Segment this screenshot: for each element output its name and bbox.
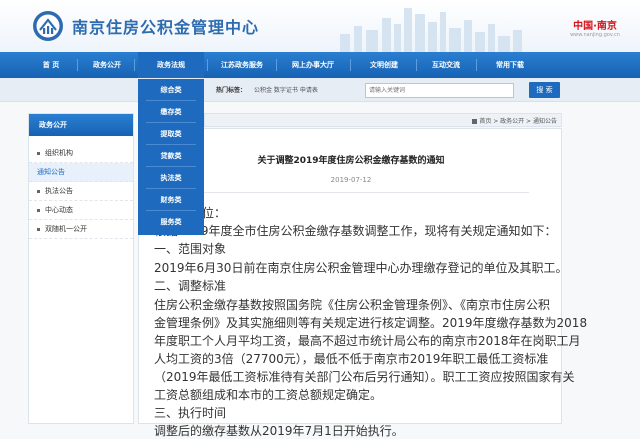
hot-tags[interactable]: 公积金 数字证书 申请表 bbox=[254, 85, 318, 94]
dropdown-item-enforcement[interactable]: 执法类 bbox=[146, 168, 196, 189]
main-nav: 首 页 政务公开 政务法规 江苏政务服务 网上办事大厅 文明创建 互动交流 常用… bbox=[0, 52, 640, 78]
sidebar-item-random-inspection[interactable]: 双随机一公开 bbox=[29, 220, 133, 239]
breadcrumb-bar: 首页 > 政务公开 > 通知公告 bbox=[204, 113, 562, 127]
article-line: 三、执行时间 bbox=[154, 406, 227, 420]
dropdown-item-withdrawal[interactable]: 提取类 bbox=[146, 124, 196, 145]
nav-divider bbox=[207, 59, 208, 71]
sidebar-item-notices[interactable]: 通知公告 bbox=[29, 163, 133, 182]
sidebar-item-label: 执法公告 bbox=[45, 187, 73, 195]
site-title: 南京住房公积金管理中心 bbox=[72, 18, 260, 37]
nav-gov-affairs[interactable]: 政务公开 bbox=[82, 52, 132, 78]
divider bbox=[169, 192, 529, 193]
dropdown-item-deposit[interactable]: 缴存类 bbox=[146, 102, 196, 123]
nav-online-hall[interactable]: 网上办事大厅 bbox=[280, 52, 346, 78]
sidebar-header: 政务公开 bbox=[29, 114, 133, 136]
home-icon bbox=[472, 119, 478, 124]
hot-tags-label: 热门标签： bbox=[216, 87, 247, 94]
article-line: 一、范围对象 bbox=[154, 242, 227, 256]
sidebar-item-label: 双随机一公开 bbox=[45, 225, 87, 233]
sidebar: 政务公开 组织机构 通知公告 执法公告 中心动态 双随机一公开 bbox=[28, 113, 134, 424]
sidebar-item-enforcement[interactable]: 执法公告 bbox=[29, 182, 133, 201]
nav-jiangsu-services[interactable]: 江苏政务服务 bbox=[210, 52, 274, 78]
article-line: 调整后的缴存基数从2019年7月1日开始执行。 bbox=[154, 424, 404, 438]
china-nanjing-logo-url: www.nanjing.gov.cn bbox=[570, 32, 620, 38]
article-line: 金管理条例》及其实施细则等有关规定进行核定调整。2019年度缴存基数为2018 bbox=[154, 316, 588, 330]
site-header: 南京住房公积金管理中心 中国·南京 www.nanjing.gov.cn bbox=[0, 0, 640, 52]
sidebar-item-organization[interactable]: 组织机构 bbox=[29, 144, 133, 163]
nav-regulations[interactable]: 政务法规 bbox=[138, 52, 204, 78]
sidebar-item-label: 通知公告 bbox=[37, 168, 65, 176]
bullet-icon bbox=[37, 227, 40, 231]
article-line: 工资总额组成和本市的工资总额规定确定。 bbox=[154, 388, 383, 402]
breadcrumb-text: 首页 > 政务公开 > 通知公告 bbox=[479, 118, 557, 125]
nav-divider bbox=[350, 59, 351, 71]
article-line: 人均工资的3倍（27700元），最低不低于南京市2019年职工最低工资标准 bbox=[154, 352, 549, 366]
site-logo-icon[interactable] bbox=[32, 10, 64, 42]
nav-divider bbox=[276, 59, 277, 71]
nav-civilization[interactable]: 文明创建 bbox=[356, 52, 412, 78]
article-line: （2019年最低工资标准待有关部门公布后另行通知）。职工工资应按照国家有关 bbox=[154, 370, 575, 384]
dropdown-item-general[interactable]: 综合类 bbox=[146, 80, 196, 101]
search-button[interactable]: 搜 索 bbox=[529, 82, 560, 98]
china-nanjing-logo-text: 中国·南京 bbox=[573, 21, 617, 32]
dropdown-item-service[interactable]: 服务类 bbox=[146, 212, 196, 233]
nav-interaction[interactable]: 互动交流 bbox=[420, 52, 472, 78]
bullet-icon bbox=[37, 151, 40, 155]
search-bar: 热门标签： 公积金 数字证书 申请表 搜 索 bbox=[0, 78, 640, 102]
nav-downloads[interactable]: 常用下载 bbox=[480, 52, 540, 78]
bullet-icon bbox=[37, 208, 40, 212]
article-line: 2019年6月30日前在南京住房公积金管理中心办理缴存登记的单位及其职工。 bbox=[154, 261, 568, 275]
dropdown-item-finance[interactable]: 财务类 bbox=[146, 190, 196, 211]
dropdown-item-loan[interactable]: 贷款类 bbox=[146, 146, 196, 167]
bullet-icon bbox=[37, 189, 40, 193]
sidebar-item-news[interactable]: 中心动态 bbox=[29, 201, 133, 220]
nav-home[interactable]: 首 页 bbox=[26, 52, 76, 78]
article-line: 住房公积金缴存基数按照国务院《住房公积金管理条例》、《南京市住房公积 bbox=[154, 298, 551, 312]
regulations-dropdown-menu: 综合类 缴存类 提取类 贷款类 执法类 财务类 服务类 bbox=[138, 79, 204, 235]
article-line: 年度职工个人月平均工资，最高不超过市统计局公布的南京市2018年在岗职工月 bbox=[154, 334, 581, 348]
nav-divider bbox=[77, 59, 78, 71]
sidebar-item-label: 中心动态 bbox=[45, 206, 73, 214]
article-line: 根据2019年度全市住房公积金缴存基数调整工作，现将有关规定通知如下： bbox=[154, 224, 557, 238]
nav-divider bbox=[416, 59, 417, 71]
nav-divider bbox=[476, 59, 477, 71]
article-line: 二、调整标准 bbox=[154, 279, 227, 293]
nav-divider bbox=[134, 59, 135, 71]
city-skyline-graphic bbox=[340, 8, 522, 52]
breadcrumb[interactable]: 首页 > 政务公开 > 通知公告 bbox=[472, 116, 557, 125]
search-input[interactable] bbox=[365, 83, 514, 98]
china-nanjing-logo[interactable]: 中国·南京 www.nanjing.gov.cn bbox=[568, 17, 622, 38]
sidebar-item-label: 组织机构 bbox=[45, 149, 73, 157]
